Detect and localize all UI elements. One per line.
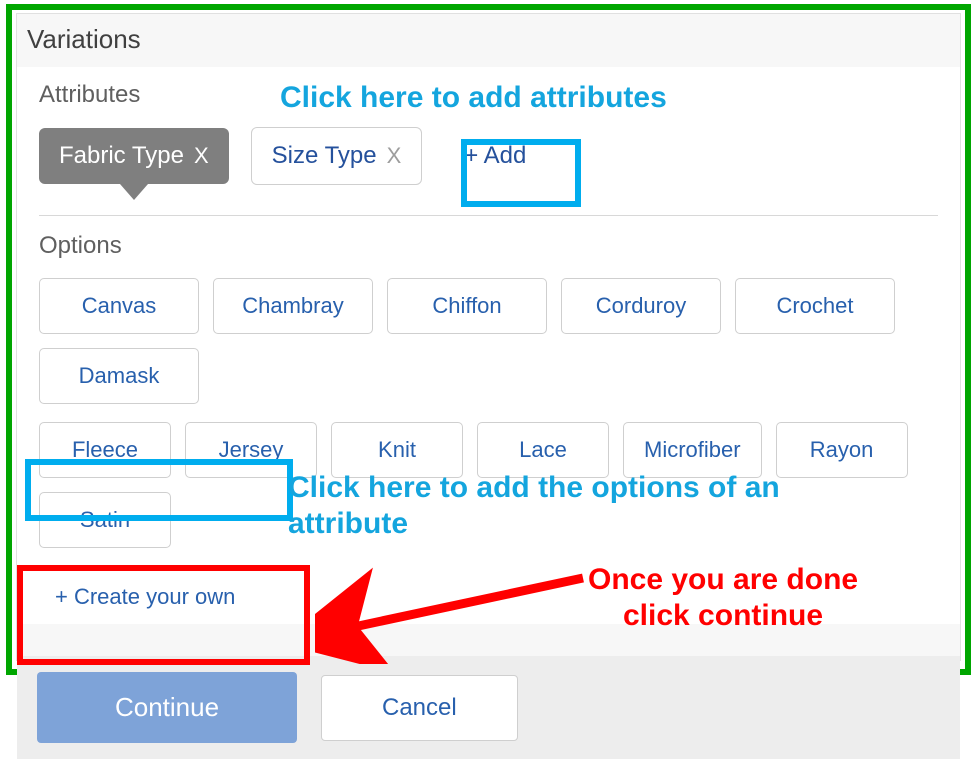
section-title: Variations [17, 14, 960, 67]
attributes-row: Fabric Type X Size Type X + Add [39, 127, 938, 216]
continue-button[interactable]: Continue [37, 672, 297, 743]
cancel-button[interactable]: Cancel [321, 675, 518, 741]
add-attribute-button[interactable]: + Add [444, 128, 546, 184]
options-row-1: Canvas Chambray Chiffon Corduroy Crochet… [39, 278, 938, 422]
callout-continue-line2: click continue [588, 598, 858, 634]
option-chip[interactable]: Damask [39, 348, 199, 404]
add-attribute-label: + Add [464, 142, 526, 170]
option-chip[interactable]: Chambray [213, 278, 373, 334]
options-heading: Options [39, 232, 938, 260]
callout-continue-line1: Once you are done [588, 562, 858, 598]
option-chip[interactable]: Crochet [735, 278, 895, 334]
close-icon[interactable]: X [194, 143, 209, 169]
footer-bar: Continue Cancel [17, 656, 960, 759]
option-chip[interactable]: Corduroy [561, 278, 721, 334]
attribute-tag-label: Fabric Type [59, 142, 184, 170]
close-icon[interactable]: X [387, 143, 402, 169]
create-your-own-wrap: + Create your own [39, 566, 251, 624]
attribute-tag-size-type[interactable]: Size Type X [251, 127, 423, 185]
attribute-tag-fabric-type[interactable]: Fabric Type X [39, 128, 229, 184]
create-own-button[interactable]: + Create your own [39, 570, 251, 624]
callout-add-attributes: Click here to add attributes [280, 80, 667, 116]
option-chip[interactable]: Chiffon [387, 278, 547, 334]
option-chip[interactable]: Canvas [39, 278, 199, 334]
attribute-tag-label: Size Type [272, 142, 377, 170]
callout-create-own: Click here to add the options of an attr… [288, 470, 878, 542]
option-chip[interactable]: Fleece [39, 422, 171, 478]
option-chip[interactable]: Satin [39, 492, 171, 548]
